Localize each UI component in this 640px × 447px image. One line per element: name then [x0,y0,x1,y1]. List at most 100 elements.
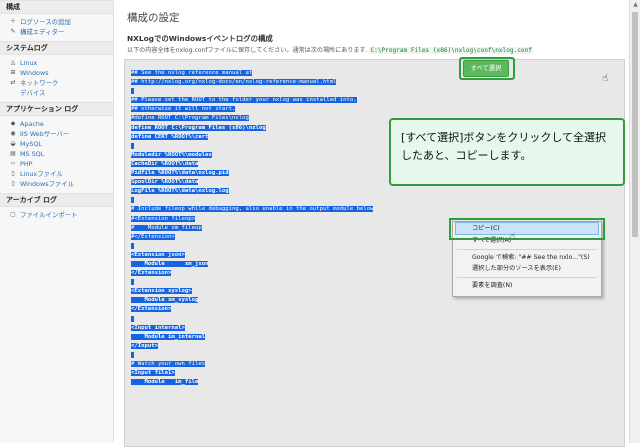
config-line: <Extension json> [131,251,373,260]
sidebar-item[interactable]: ◒ MySQL [0,139,113,149]
scrollbar-thumb[interactable] [632,12,638,237]
sidebar-item[interactable]: ‹› PHP [0,159,113,169]
sidebar-item-label: デバイス [20,89,46,97]
config-code[interactable]: ## See the nxlog reference manual at ## h… [131,69,374,387]
sidebar-item[interactable]: ▯ Windowsファイル [0,179,113,189]
config-line-text: define ROOT C:\Program Files (x86)\nxlog [131,124,266,131]
config-line: define ROOT C:\Program Files (x86)\nxlog [131,124,373,133]
sidebar-item[interactable]: ◉ IIS Webサーバー [0,129,113,139]
config-line-text: <Input file1> [131,370,175,377]
config-line: # Watch your own files [131,360,373,369]
config-line: Moduledir %ROOT%\modules [131,151,373,160]
config-line-text [131,88,135,95]
config-line-text [131,142,135,149]
config-line [131,278,373,287]
windows-file-icon: ▯ [11,180,15,187]
config-line-text: Module xm_json [131,260,209,267]
sidebar-item-label: MySQL [20,140,42,148]
sidebar-section: ▢ ファイルインポート [0,207,113,224]
sidebar-item-label: ログソースの追加 [20,18,71,26]
sidebar-item[interactable]: ◆ Apache [0,119,113,129]
description: 以下の内容全体をnxlog.confファイルに保存してください。通常は次の場所に… [127,45,533,54]
config-line: ## See the nxlog reference manual at [131,69,373,78]
config-line: ## Please set the ROOT to the folder you… [131,96,373,105]
config-line: </Extension> [131,269,373,278]
iis-icon: ◉ [10,130,16,137]
config-line: Pidfile %ROOT%\data\nxlog.pid [131,169,373,178]
select-all-button[interactable]: すべて選択 [463,60,509,77]
sidebar-item-label: IIS Webサーバー [20,130,70,138]
mouse-cursor-icon: ☝ [510,232,516,242]
config-line-text: <Input internal> [131,324,185,331]
apache-icon: ◆ [10,120,16,127]
sidebar-section-title: アーカイブ ログ [0,193,113,207]
config-line-text: Module im_file [131,379,199,386]
config-line-text: #</Extension> [131,233,175,240]
page-title: 構成の設定 [127,12,180,24]
config-line [131,351,373,360]
config-line-text [131,315,135,322]
config-line-text: # Module xm_fileop [131,224,202,231]
sidebar-item[interactable]: ⇄ ネットワーク [0,78,113,88]
config-line-text: </Input> [131,342,158,349]
config-line-text: SpoolDir %ROOT%\data [131,179,199,186]
config-line: SpoolDir %ROOT%\data [131,178,373,187]
mssql-icon: ▤ [10,150,16,157]
config-line: Module im_file [131,378,373,387]
linux-icon: ◬ [10,59,16,66]
config-line: #<Extension fileop> [131,215,373,224]
sidebar: 構成＋ログソースの追加 ✎ 構成エディター システムログ ◬ Linux ⊞ Windows ⇄… [0,0,114,443]
config-line: # Module xm_fileop [131,224,373,233]
callout-annotation: [すべて選択]ボタンをクリックして全選択したあと、コピーします。 [389,118,625,186]
config-line-text: <Extension json> [131,251,185,258]
config-line: </Input> [131,342,373,351]
file-import-icon: ▢ [10,211,16,218]
config-line: <Extension syslog> [131,287,373,296]
sidebar-item-label: Windowsファイル [20,180,75,188]
config-line-text: #define ROOT C:\Program Files\nxlog [131,115,249,122]
copy-highlight [449,218,605,240]
sidebar-item-label: ファイルインポート [20,211,78,219]
sidebar-section-title: アプリケーション ログ [0,102,113,116]
config-line: # Include fileop while debugging, also e… [131,205,374,214]
context-menu-item[interactable]: Google で検索: "## See the nxlo..."(S) [453,252,601,263]
config-line-text: CacheDir %ROOT%\data [131,160,199,167]
config-line: #</Extension> [131,233,373,242]
config-line: Module im_internal [131,333,373,342]
config-line-text: # Include fileop while debugging, also e… [131,206,374,213]
config-line: LogFile %ROOT%\data\nxlog.log [131,187,373,196]
sidebar-item[interactable]: ✎ 構成エディター [0,27,113,37]
config-line-text: Moduledir %ROOT%\modules [131,151,212,158]
config-line: ## http://nxlog.org/nxlog-docs/en/nxlog-… [131,78,373,87]
config-line-text: # Watch your own files [131,361,206,367]
sidebar-item[interactable]: ＋ ログソースの追加 [0,17,113,27]
sidebar-item[interactable]: ▯ Linuxファイル [0,169,113,179]
sidebar-item[interactable]: ▤ MS SQL [0,149,113,159]
config-line-text: #<Extension fileop> [131,215,195,222]
sidebar-section: ◆ Apache ◉ IIS Webサーバー ◒ MySQL ▤ MS SQL ‹› PHP ▯ Li… [0,116,113,193]
config-line-text: Pidfile %ROOT%\data\nxlog.pid [131,170,229,177]
sidebar-item-label: MS SQL [20,150,45,158]
sidebar-item-label: ネットワーク [20,79,59,87]
config-line-text [131,242,135,249]
config-line-text: ## otherwise it will not start. [131,106,236,113]
config-line: <Input internal> [131,324,373,333]
sidebar-item-label: Linux [20,59,38,67]
context-menu-item[interactable]: 選択した部分のソースを表示(E) [453,263,601,274]
scroll-up-icon[interactable]: ▲ [630,0,640,10]
mouse-cursor-icon: ☝ [602,73,609,84]
context-menu-item[interactable]: 要素を調査(N) [453,280,601,291]
sidebar-item[interactable]: ◬ Linux [0,58,113,68]
menu-separator [457,276,597,278]
sidebar-item-label: PHP [20,160,33,168]
sidebar-item[interactable]: ⊞ Windows [0,68,113,78]
plus-icon: ＋ [9,18,16,25]
sidebar-item-label: Windows [20,69,49,77]
sidebar-item[interactable]: デバイス [0,88,113,98]
vertical-scrollbar[interactable]: ▲ [629,0,640,443]
config-line-text [131,197,135,204]
sidebar-item[interactable]: ▢ ファイルインポート [0,210,113,220]
config-line-text: ## See the nxlog reference manual at [131,70,253,76]
sidebar-item-label: 構成エディター [20,28,65,36]
config-line-text [131,279,135,286]
